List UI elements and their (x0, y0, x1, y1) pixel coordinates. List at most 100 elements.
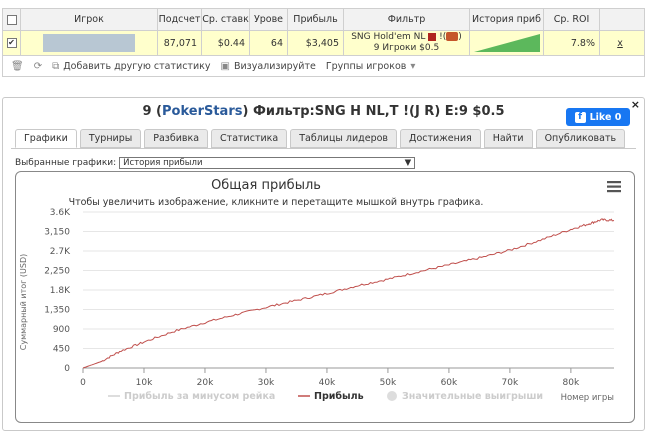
dropdown-arrow-icon: ▼ (404, 158, 412, 168)
chart-container[interactable]: Общая прибыль Чтобы увеличить изображени… (15, 171, 635, 423)
chart-series (82, 218, 615, 369)
row-checkbox[interactable]: ✔ (3, 31, 21, 55)
player-name-redacted (43, 34, 135, 52)
table-toolbar: 🗑 ⟳ ⧉ Добавить другую статистику ▣ Визуали… (3, 56, 644, 76)
add-stats-button[interactable]: ⧉ Добавить другую статистику (52, 61, 210, 72)
site-link[interactable]: PokerStars (162, 104, 242, 119)
y-tick-label: 3,150 (44, 228, 70, 238)
chevron-down-icon: ▾ (410, 60, 416, 72)
filter-cell: SNG Hold'em NL !() 9 Игроки $0.5 (344, 31, 470, 55)
profit-chart[interactable]: Общая прибыль Чтобы увеличить изображени… (16, 172, 636, 424)
chart-gridlines (83, 211, 614, 369)
y-axis-ticks: 0 450 900 1,350 1.8K 2,250 2.7K 3,150 3.6K (44, 208, 71, 374)
y-tick-label: 1.8K (50, 286, 71, 296)
y-tick-label: 2.7K (50, 247, 71, 257)
title-prefix: 9 ( (142, 104, 162, 119)
filter-game: SNG Hold'em NL (351, 32, 426, 42)
player-name-cell[interactable] (21, 31, 158, 55)
visualize-button[interactable]: ▣ Визуализируйте (221, 61, 316, 72)
x-tick-label: 30k (258, 378, 275, 388)
x-tick-label: 50k (380, 378, 397, 388)
table-header: Игрок Подсчет Ср. ставк Урове Прибыль Фи… (3, 9, 644, 31)
tab-charts[interactable]: Графики (15, 129, 77, 148)
panel-title: 9 (PokerStars) Фильтр:SNG H NL,T !(J R) … (3, 104, 644, 119)
visualize-label: Визуализируйте (233, 60, 316, 72)
player-groups-label: Группы игроков (325, 60, 407, 72)
header-level[interactable]: Урове (250, 9, 288, 30)
filter-exclude-open: !( (439, 32, 447, 42)
tab-statistics[interactable]: Статистика (211, 129, 288, 148)
results-panel: × 9 (PokerStars) Фильтр:SNG H NL,T !(J R… (2, 97, 645, 431)
count-cell: 87,071 (158, 31, 202, 55)
checkbox-box (6, 14, 17, 25)
chart-title: Общая прибыль (211, 178, 321, 193)
fb-like-label: Like 0 (589, 111, 622, 123)
menu-bar-2 (607, 185, 621, 188)
tab-breakdown[interactable]: Разбивка (144, 129, 209, 148)
header-profit[interactable]: Прибыль (288, 9, 344, 30)
facebook-like-button[interactable]: f Like 0 (566, 108, 630, 126)
level-cell: 64 (250, 31, 288, 55)
header-avg-stake[interactable]: Ср. ставк (202, 9, 250, 30)
header-filter[interactable]: Фильтр (344, 9, 470, 30)
profit-series-line[interactable] (82, 218, 615, 369)
player-groups-dropdown[interactable]: Группы игроков ▾ (326, 61, 416, 72)
x-tick-label: 40k (319, 378, 336, 388)
legend-profit[interactable]: Прибыль (314, 391, 364, 402)
y-axis-label: Суммарный итог (USD) (19, 254, 28, 351)
player-table: Игрок Подсчет Ср. ставк Урове Прибыль Фи… (2, 8, 645, 77)
image-icon: ▣ (220, 60, 230, 72)
chart-selector-label: Выбранные графики: (15, 158, 117, 168)
chart-menu-icon[interactable] (607, 181, 621, 193)
chart-select[interactable]: История прибыли ▼ (119, 157, 416, 169)
checkbox-checked-icon: ✔ (6, 38, 17, 48)
tab-find[interactable]: Найти (483, 129, 533, 148)
x-axis-ticks: 0 10k 20k 30k 40k 50k 60k 70k 80k (80, 368, 580, 388)
roi-cell: 7.8% (544, 31, 600, 55)
tab-divider (11, 148, 636, 149)
tab-tournaments[interactable]: Турниры (79, 129, 142, 148)
chart-selector-row: Выбранные графики: История прибыли ▼ (15, 157, 416, 169)
header-profit-history[interactable]: История приб (470, 9, 544, 30)
legend-big-wins[interactable]: Значительные выигрыши (402, 391, 543, 402)
chart-select-value: История прибыли (123, 158, 203, 168)
copy-icon: ⧉ (52, 60, 60, 72)
refresh-icon[interactable]: ⟳ (34, 61, 42, 72)
x-tick-label: 70k (502, 378, 519, 388)
x-axis-label: Номер игры (561, 393, 614, 403)
x-tick-label: 0 (80, 378, 86, 388)
table-row[interactable]: ✔ 87,071 $0.44 64 $3,405 SNG Hold'em NL … (3, 31, 644, 56)
y-tick-label: 1,350 (44, 306, 70, 316)
y-tick-label: 2,250 (44, 267, 70, 277)
x-tick-label: 60k (441, 378, 458, 388)
trash-icon[interactable]: 🗑 (11, 61, 24, 72)
chart-legend: Прибыль за минусом рейка Прибыль Значите… (108, 391, 543, 402)
profit-history-sparkline (470, 31, 544, 55)
header-avg-roi[interactable]: Ср. ROI (544, 9, 600, 30)
tab-achievements[interactable]: Достижения (400, 129, 481, 148)
x-tick-label: 80k (563, 378, 580, 388)
tab-bar: Графики Турниры Разбивка Статистика Табл… (15, 129, 626, 148)
tab-publish[interactable]: Опубликовать (535, 129, 626, 148)
select-all-checkbox[interactable] (3, 9, 21, 30)
legend-big-wins-swatch (387, 391, 397, 401)
remove-row-link[interactable]: x (617, 38, 623, 49)
header-count[interactable]: Подсчет (158, 9, 202, 30)
menu-bar-1 (607, 181, 621, 184)
legend-rakeless[interactable]: Прибыль за минусом рейка (124, 391, 275, 402)
chart-subtitle: Чтобы увеличить изображение, кликните и … (69, 197, 484, 208)
x-tick-label: 20k (197, 378, 214, 388)
filter-exclude-close: ) (458, 32, 462, 42)
header-actions (600, 9, 640, 30)
y-tick-label: 3.6K (50, 208, 71, 218)
menu-bar-3 (607, 190, 621, 193)
y-tick-label: 900 (53, 325, 70, 335)
x-tick-label: 10k (136, 378, 153, 388)
filter-line-2: 9 Игроки $0.5 (373, 43, 440, 53)
profit-cell: $3,405 (288, 31, 344, 55)
header-player[interactable]: Игрок (21, 9, 158, 30)
y-tick-label: 0 (64, 364, 70, 374)
tab-leaderboards[interactable]: Таблицы лидеров (290, 129, 398, 148)
title-suffix: ) Фильтр:SNG H NL,T !(J R) E:9 $0.5 (242, 104, 505, 119)
tournament-type-icon (428, 32, 437, 41)
